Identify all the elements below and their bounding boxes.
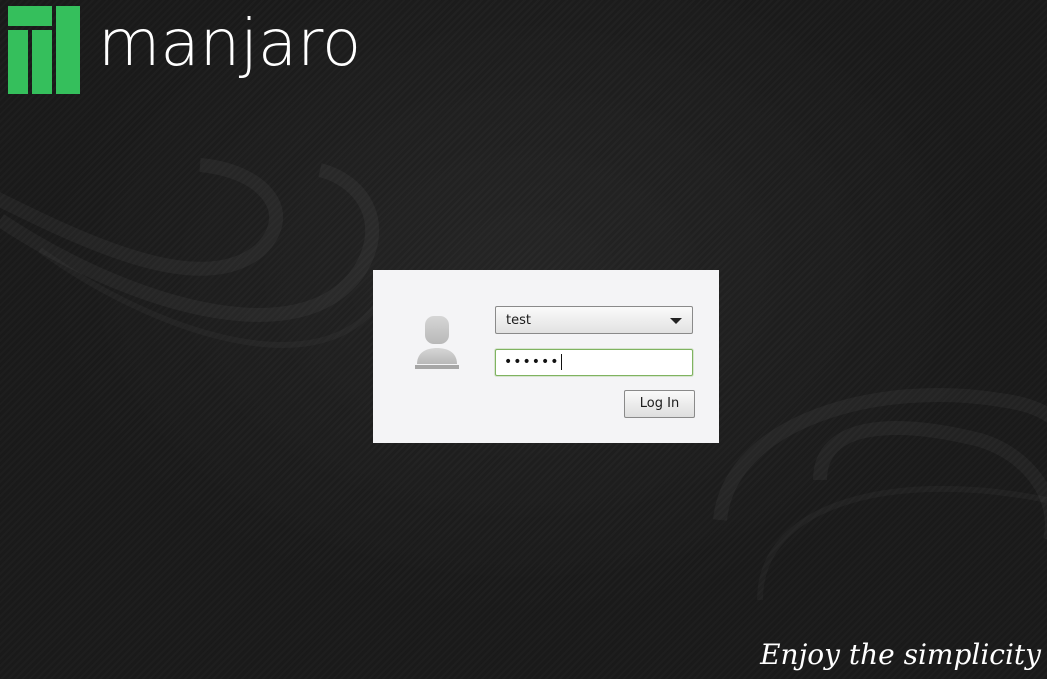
password-field[interactable]: •••••• (495, 349, 693, 376)
password-dots: •••••• (504, 354, 560, 370)
manjaro-logo-icon (8, 6, 80, 94)
brand-name: manjaro (98, 7, 362, 81)
tagline: Enjoy the simplicity (760, 638, 1041, 671)
text-cursor (560, 354, 562, 370)
login-button[interactable]: Log In (624, 390, 695, 418)
user-avatar-icon (415, 316, 459, 369)
chevron-down-icon (670, 318, 682, 324)
user-select-dropdown[interactable]: test (495, 306, 693, 334)
selected-user-label: test (506, 313, 531, 328)
password-mask: •••••• (504, 354, 562, 370)
login-panel: test •••••• Log In (373, 270, 719, 443)
